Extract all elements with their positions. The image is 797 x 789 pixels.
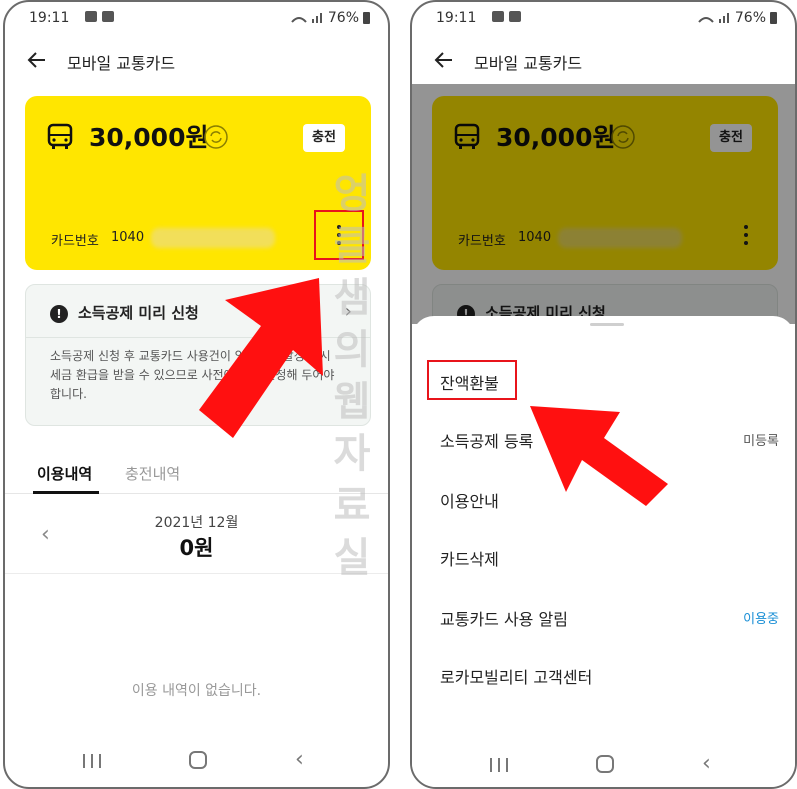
status-bar: 19:11 76% (412, 2, 795, 34)
alert-icon: ! (50, 305, 68, 323)
menu-item-usage-alert[interactable]: 교통카드 사용 알림 (440, 606, 568, 630)
red-pointer-arrow (199, 278, 323, 438)
signal-icon (698, 13, 729, 23)
card-number-prefix: 1040 (111, 230, 145, 245)
watermark: 엉클샘의웹자료실 (333, 171, 371, 581)
battery-icon (363, 12, 370, 24)
deduction-status: 미등록 (743, 434, 779, 449)
phone-right: 19:11 76% 모바일 교통카드 30,000원 충전 카드번호 1040 (410, 0, 797, 789)
page-title: 모바일 교통카드 (474, 54, 583, 73)
sheet-handle[interactable] (590, 323, 624, 326)
home-icon[interactable] (189, 751, 207, 769)
gallery-icon (102, 11, 114, 22)
menu-item-customer-center[interactable]: 로카모빌리티 고객센터 (440, 664, 592, 688)
tab-indicator (33, 491, 99, 494)
bottom-sheet-menu: 잔액환불 소득공제 등록 미등록 이용안내 카드삭제 교통카드 사용 알림 이용… (412, 316, 795, 787)
talk-icon (509, 11, 521, 22)
status-right: 76% (290, 10, 370, 26)
card-balance: 30,000원 (89, 123, 209, 152)
card-number-label: 카드번호 (51, 234, 99, 249)
recents-icon[interactable] (490, 758, 508, 772)
app-bar: 모바일 교통카드 (5, 40, 388, 80)
battery-icon (770, 12, 777, 24)
bus-icon (47, 123, 73, 149)
notification-icons (492, 11, 521, 22)
battery-percent: 76% (734, 10, 766, 26)
gallery-icon (492, 11, 504, 22)
status-time: 19:11 (436, 10, 477, 26)
talk-icon (85, 11, 97, 22)
menu-item-delete-card[interactable]: 카드삭제 (440, 546, 499, 570)
home-icon[interactable] (596, 755, 614, 773)
tab-usage[interactable]: 이용내역 (37, 463, 92, 484)
menu-item-deduction[interactable]: 소득공제 등록 (440, 428, 533, 452)
card-number-masked (151, 228, 275, 248)
notification-icons (85, 11, 114, 22)
refresh-icon[interactable] (203, 124, 229, 150)
modal-scrim[interactable] (412, 84, 795, 324)
status-right: 76% (697, 10, 777, 26)
system-nav-bar: ‹ (5, 737, 388, 787)
screenshot-stage: 19:11 76% 모바일 교통카드 30,000원 충전 카드번호 1040 (0, 0, 797, 789)
red-pointer-arrow (530, 406, 668, 506)
usage-alert-status: 이용중 (743, 612, 779, 627)
nav-back-icon[interactable]: ‹ (702, 751, 711, 776)
charge-button[interactable]: 충전 (303, 124, 345, 152)
notice-title: 소득공제 미리 신청 (78, 304, 199, 322)
page-title: 모바일 교통카드 (67, 54, 176, 73)
transit-card: 30,000원 충전 카드번호 1040 (25, 96, 371, 270)
app-bar: 모바일 교통카드 (412, 40, 795, 80)
battery-percent: 76% (327, 10, 359, 26)
menu-item-guide[interactable]: 이용안내 (440, 488, 499, 512)
system-nav-bar: ‹ (412, 741, 795, 787)
nav-back-icon[interactable]: ‹ (295, 747, 304, 772)
empty-state: 이용 내역이 없습니다. (131, 683, 262, 699)
back-arrow-icon[interactable] (432, 48, 456, 72)
tab-charge[interactable]: 충전내역 (125, 463, 180, 484)
status-time: 19:11 (29, 10, 70, 26)
status-bar: 19:11 76% (5, 2, 388, 34)
signal-icon (291, 13, 322, 23)
recents-icon[interactable] (83, 754, 101, 768)
menu-item-refund[interactable]: 잔액환불 (440, 370, 499, 394)
back-arrow-icon[interactable] (25, 48, 49, 72)
